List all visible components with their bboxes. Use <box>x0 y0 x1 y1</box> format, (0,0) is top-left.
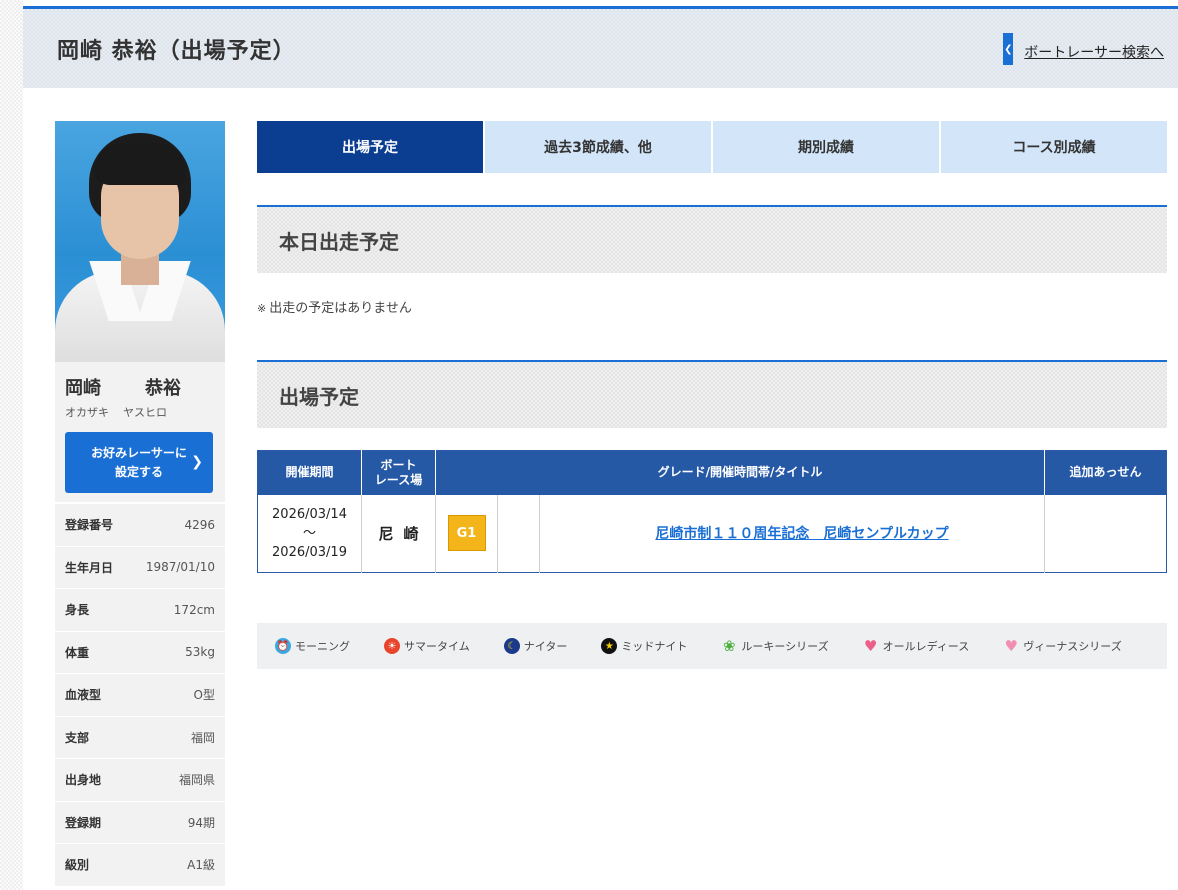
col-grade-title: グレード/開催時間帯/タイトル <box>435 450 1045 495</box>
profile-row-branch: 支部 福岡 <box>55 717 225 759</box>
racer-name-kana: オカザキ ヤスヒロ <box>65 406 167 419</box>
profile-row-blood-type: 血液型 O型 <box>55 674 225 717</box>
legend-rookie: ❀ ルーキーシリーズ <box>723 637 829 655</box>
today-section-heading: 本日出走予定 <box>257 205 1167 273</box>
col-venue: ボート レース場 <box>361 450 436 495</box>
row-extra <box>1044 494 1167 573</box>
grade-g1-badge: G1 <box>447 515 486 552</box>
tab-schedule[interactable]: 出場予定 <box>257 121 483 173</box>
row-venue: 尼崎 <box>361 494 436 573</box>
legend-venus: ♥ ヴィーナスシリーズ <box>1004 637 1122 655</box>
racer-name: 岡崎 恭裕 <box>65 378 181 399</box>
profile-table: 登録番号 4296 生年月日 1987/01/10 身長 172cm 体重 53… <box>55 504 225 887</box>
profile-row-registration: 登録番号 4296 <box>55 504 225 547</box>
race-title-link[interactable]: 尼崎市制１１０周年記念 尼崎センプルカップ <box>645 526 948 542</box>
legend-nighter: ☾ ナイター <box>503 638 567 654</box>
tab-course-results[interactable]: コース別成績 <box>941 121 1167 173</box>
ladies-icon: ♥ <box>863 637 878 655</box>
profile-row-weight: 体重 53kg <box>55 632 225 674</box>
schedule-section-heading: 出場予定 <box>257 360 1167 428</box>
racer-search-link-label[interactable]: ボートレーサー検索へ <box>1024 42 1164 62</box>
racer-name-block: 岡崎 恭裕 オカザキ ヤスヒロ お好みレーサーに 設定する ❯ <box>55 362 225 502</box>
profile-row-hometown: 出身地 福岡県 <box>55 759 225 802</box>
profile-row-birthdate: 生年月日 1987/01/10 <box>55 547 225 589</box>
tab-recent-results[interactable]: 過去3節成績、他 <box>485 121 711 173</box>
page: 岡崎 恭裕（出場予定） ❮ ボートレーサー検索へ 岡崎 恭裕 オカザキ ヤスヒロ <box>23 0 1178 890</box>
racer-search-link[interactable]: ❮ ボートレーサー検索へ <box>1003 33 1164 65</box>
legend-summer: ☀ サマータイム <box>384 638 470 654</box>
summer-icon: ☀ <box>384 638 400 654</box>
racer-sidebar: 岡崎 恭裕 オカザキ ヤスヒロ お好みレーサーに 設定する ❯ 登録番号 429… <box>55 121 225 887</box>
main-content: 出場予定 過去3節成績、他 期別成績 コース別成績 本日出走予定 ※ 出走の予定は… <box>257 121 1167 669</box>
midnight-icon: ★ <box>601 638 618 654</box>
col-extra: 追加あっせん <box>1044 450 1167 495</box>
page-header: 岡崎 恭裕（出場予定） ❮ ボートレーサー検索へ <box>23 6 1178 88</box>
profile-row-height: 身長 172cm <box>55 589 225 632</box>
tab-term-results[interactable]: 期別成績 <box>713 121 939 173</box>
row-time-slot <box>497 494 540 573</box>
row-grade: G1 <box>435 494 498 573</box>
schedule-table: 開催期間 ボート レース場 グレード/開催時間帯/タイトル 追加あっせん 202… <box>257 450 1167 573</box>
morning-icon: ⏰ <box>275 638 291 654</box>
row-title: 尼崎市制１１０周年記念 尼崎センプルカップ <box>539 494 1045 573</box>
tab-bar: 出場予定 過去3節成績、他 期別成績 コース別成績 <box>257 121 1167 173</box>
profile-row-term: 登録期 94期 <box>55 802 225 844</box>
legend-morning: ⏰ モーニング <box>275 638 350 654</box>
venus-icon: ♥ <box>1004 637 1018 655</box>
legend-ladies: ♥ オールレディース <box>863 637 970 655</box>
col-period: 開催期間 <box>257 450 362 495</box>
profile-row-class: 級別 A1級 <box>55 844 225 887</box>
legend-midnight: ★ ミッドナイト <box>601 638 687 654</box>
rookie-icon: ❀ <box>723 637 736 655</box>
favorite-racer-button[interactable]: お好みレーサーに 設定する ❯ <box>65 432 213 493</box>
today-note: ※ 出走の予定はありません <box>257 301 412 316</box>
table-row: 2026/03/14 〜 2026/03/19 尼崎 G1 尼崎市制１１０周年記… <box>257 494 1167 573</box>
chevron-left-icon: ❮ <box>1003 33 1014 65</box>
time-slot-legend: ⏰ モーニング ☀ サマータイム ☾ ナイター ★ ミッドナイト ❀ ルーキーシ… <box>257 623 1167 669</box>
nighter-icon: ☾ <box>503 638 520 654</box>
page-title: 岡崎 恭裕（出場予定） <box>57 39 296 64</box>
row-period: 2026/03/14 〜 2026/03/19 <box>257 494 362 573</box>
chevron-right-icon: ❯ <box>191 454 203 470</box>
racer-photo <box>55 121 225 362</box>
